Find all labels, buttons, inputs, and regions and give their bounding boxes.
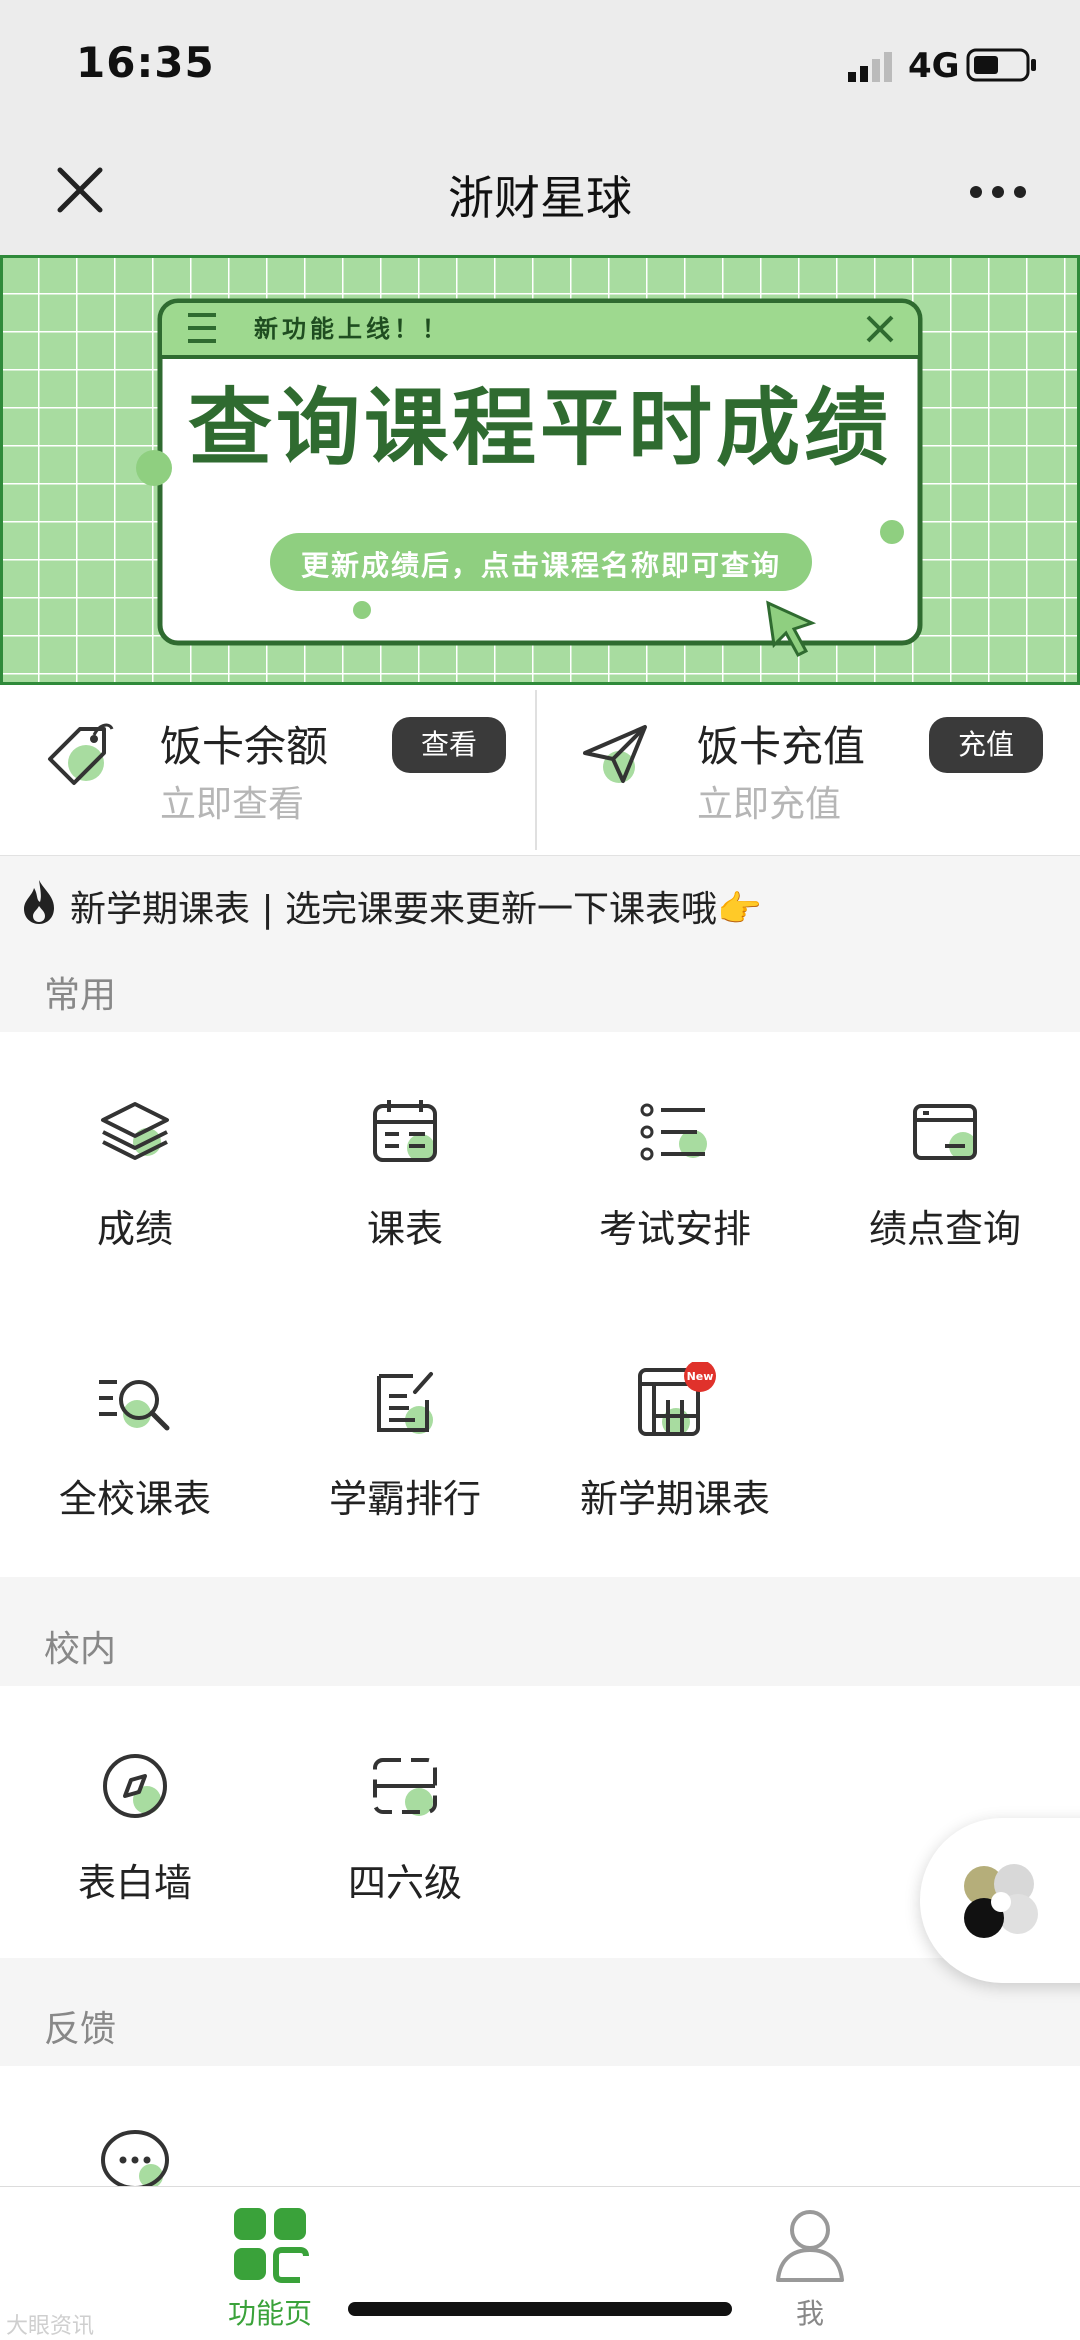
view-balance-button[interactable]: 查看 (392, 717, 506, 773)
banner-headline: 查询课程平时成绩 (187, 379, 892, 477)
home-indicator (348, 2302, 732, 2316)
balance-subtitle: 立即查看 (160, 784, 305, 825)
layers-icon (101, 1102, 169, 1160)
page-title: 浙财星球 (448, 171, 632, 225)
grid-label: 表白墙 (77, 1861, 192, 1905)
network-label: 4G (908, 46, 960, 86)
grid-label: 全校课表 (58, 1477, 211, 1521)
tab-me[interactable]: 我 (710, 2204, 910, 2332)
grid-item-timetable[interactable]: 课表 (270, 1092, 540, 1253)
notice-text: 新学期课表 | 选完课要来更新一下课表哦👉 (70, 880, 762, 932)
timetable-new-icon: New (638, 1362, 716, 1436)
recharge-button[interactable]: 充值 (929, 717, 1043, 773)
edit-note-icon (377, 1372, 433, 1434)
grid-label: 新学期课表 (579, 1477, 770, 1521)
grid-label: 成绩 (96, 1207, 173, 1251)
new-badge: New (687, 1370, 714, 1383)
tab-home-label: 功能页 (227, 2297, 312, 2330)
grid-item-exam-schedule[interactable]: 考试安排 (540, 1092, 810, 1253)
calendar-icon (373, 1100, 437, 1162)
section-label-common: 常用 (44, 975, 117, 1016)
campus-panel: 表白墙 四六级 (0, 1686, 1080, 1958)
chat-icon (101, 2130, 169, 2188)
battery-icon (966, 48, 1036, 82)
section-label-campus: 校内 (44, 1629, 117, 1670)
list-icon (640, 1103, 707, 1161)
more-icon[interactable] (968, 172, 1028, 212)
feature-banner[interactable]: 新功能上线！！ 查询课程平时成绩 更新成绩后，点击课程名称即可查询 (0, 254, 1080, 686)
balance-title: 饭卡余额 (160, 722, 329, 771)
tab-me-label: 我 (795, 2297, 824, 2330)
tab-home[interactable]: 功能页 (170, 2204, 370, 2332)
grid-item-ranking[interactable]: 学霸排行 (270, 1362, 540, 1523)
grid-label: 四六级 (347, 1861, 462, 1905)
compass-icon (103, 1754, 167, 1818)
notice-message: 新学期课表 | 选完课要来更新一下课表哦 (70, 889, 718, 930)
balance-card[interactable]: 饭卡余额 立即查看 查看 (0, 685, 535, 855)
flame-icon (24, 880, 54, 924)
scan-card-icon (373, 1758, 437, 1816)
grid-label: 绩点查询 (868, 1207, 1021, 1251)
recharge-subtitle: 立即充值 (697, 784, 842, 825)
grid-item-gpa[interactable]: 绩点查询 (810, 1092, 1080, 1253)
grid-item-new-timetable[interactable]: New 新学期课表 (540, 1362, 810, 1523)
pointing-hand-icon: 👉 (717, 889, 762, 930)
grid-item-feedback[interactable] (0, 2126, 270, 2188)
recharge-title: 饭卡充值 (697, 722, 866, 771)
banner-tag: 新功能上线！！ (254, 315, 450, 343)
grid-item-grades[interactable]: 成绩 (0, 1092, 270, 1253)
feedback-panel (0, 2066, 1080, 2188)
bottom-tab-bar (0, 2186, 1080, 2340)
grid-item-confession-wall[interactable]: 表白墙 (0, 1746, 270, 1907)
status-time: 16:35 (76, 38, 215, 87)
flower-icon (964, 1864, 1038, 1938)
grid-label: 学霸排行 (328, 1477, 481, 1521)
banner-subtitle: 更新成绩后，点击课程名称即可查询 (300, 549, 781, 582)
grid-item-school-timetable[interactable]: 全校课表 (0, 1362, 270, 1523)
grid-item-cet[interactable]: 四六级 (270, 1746, 540, 1907)
signal-icon (848, 52, 892, 82)
floating-assistant-button[interactable] (920, 1818, 1080, 1983)
paper-plane-icon (583, 725, 647, 783)
section-label-feedback: 反馈 (44, 2009, 117, 2050)
tag-icon (48, 723, 114, 785)
grid-icon (234, 2208, 309, 2283)
window-icon (913, 1104, 977, 1160)
grid-label: 课表 (366, 1207, 443, 1251)
grid-label: 考试安排 (598, 1207, 751, 1251)
watermark: 大眼资讯 (6, 2314, 95, 2339)
common-panel: 成绩 课表 考试安排 绩点查询 全校课表 学霸排行 New 新学期课表 (0, 1032, 1080, 1577)
person-icon (776, 2210, 844, 2282)
search-list-icon (99, 1380, 170, 1431)
recharge-card[interactable]: 饭卡充值 立即充值 充值 (537, 685, 1080, 855)
